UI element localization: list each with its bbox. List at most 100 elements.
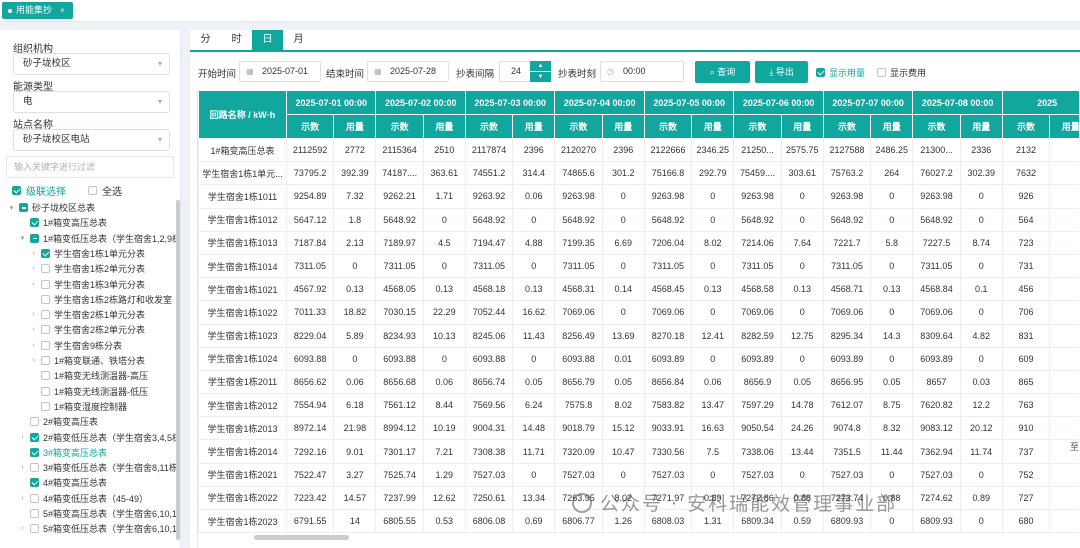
tree-node[interactable]: ▾ 砂子垅校区总表 <box>8 200 95 215</box>
tab-0[interactable]: 分 <box>190 30 221 50</box>
caret-right-icon[interactable]: › <box>30 250 37 257</box>
caret-right-icon[interactable]: › <box>30 357 37 364</box>
read-time-input[interactable]: ◷ 00:00 <box>600 61 684 82</box>
show-cost-checkbox[interactable]: 显示费用 <box>877 66 926 79</box>
checkbox-indeterminate-icon[interactable] <box>30 233 39 243</box>
interval-stepper[interactable]: ▲ ▼ <box>530 61 551 83</box>
tree-node[interactable]: › 5#箱变低压总表（学生宿舍6,10,12) <box>19 521 180 536</box>
table-row[interactable]: 学生宿舍1栋2021 7522.47 3.27 7525.74 1.29 7527.03 0… <box>198 462 1079 487</box>
caret-right-icon[interactable]: › <box>30 311 37 318</box>
date-column-header[interactable]: 2025-07-07 00:00 <box>822 90 914 115</box>
tree-node[interactable]: 1#箱变高压总表 <box>19 215 107 230</box>
tree-node[interactable]: › 1#箱变联通、铁塔分表 <box>30 353 145 368</box>
checkbox-icon[interactable] <box>41 401 50 411</box>
tree-node[interactable]: 1#箱变无线测温器-高压 <box>30 368 148 383</box>
site-select[interactable]: 砂子垅校区电站 ▾ <box>13 129 170 151</box>
tree-node[interactable]: 学生宿舍1栋2栋路灯和收发室 <box>30 292 172 307</box>
date-column-header[interactable]: 2025 <box>1001 90 1079 115</box>
tree-node[interactable]: 1#箱变无线测温器-低压 <box>30 384 148 399</box>
checkbox-icon[interactable] <box>41 264 50 274</box>
energy-type-select[interactable]: 电 ▾ <box>13 91 170 113</box>
checkbox-checked-icon[interactable] <box>30 432 39 442</box>
tree-node[interactable]: › 学生宿舍9栋分表 <box>30 338 122 353</box>
table-row[interactable]: 1#箱变高压总表 2112592 2772 2115364 2510 2117874 239… <box>198 137 1079 163</box>
checkbox-checked-icon[interactable] <box>30 478 39 488</box>
tree-node[interactable]: 4#箱变高压总表 <box>19 475 107 490</box>
step-up-icon[interactable]: ▲ <box>530 61 551 72</box>
caret-down-icon[interactable]: ▾ <box>8 204 15 212</box>
cascade-checkbox[interactable]: 级联选择 <box>12 183 66 198</box>
tab-1[interactable]: 时 <box>221 30 252 50</box>
tree-node[interactable]: ▾ 1#箱变低压总表（学生宿舍1,2,9栋） <box>19 231 180 246</box>
date-column-header[interactable]: 2025-07-02 00:00 <box>375 90 466 115</box>
table-row[interactable]: 学生宿舍1栋1014 7311.05 0 7311.05 0 7311.05 0 7311.0… <box>198 253 1079 279</box>
caret-down-icon[interactable]: ▾ <box>19 234 26 242</box>
caret-right-icon[interactable]: › <box>30 342 37 349</box>
select-all-checkbox[interactable]: 全选 <box>88 183 122 198</box>
table-row[interactable]: 学生宿舍1栋1013 7187.84 2.13 7189.97 4.5 7194.47 4.… <box>198 230 1079 255</box>
close-icon[interactable]: × <box>60 2 65 19</box>
caret-right-icon[interactable]: › <box>19 495 26 502</box>
table-row[interactable]: 学生宿舍1栋1021 4567.92 0.13 4568.05 0.13 4568.18 0… <box>198 277 1079 302</box>
checkbox-indeterminate-icon[interactable] <box>19 203 28 212</box>
tab-3[interactable]: 月 <box>283 30 314 50</box>
tab-2[interactable]: 日 <box>252 30 283 50</box>
end-date-input[interactable]: ▦ 2025-07-28 <box>367 61 449 82</box>
date-column-header[interactable]: 2025-07-08 00:00 <box>912 90 1003 115</box>
checkbox-icon[interactable] <box>30 524 39 534</box>
date-column-header[interactable]: 2025-07-05 00:00 <box>643 90 735 115</box>
table-row[interactable]: 学生宿舍1栋2014 7292.16 9.01 7301.17 7.21 7308.38 1… <box>198 439 1079 464</box>
date-column-header[interactable]: 2025-07-01 00:00 <box>285 90 377 115</box>
step-down-icon[interactable]: ▼ <box>530 72 551 83</box>
checkbox-icon[interactable] <box>30 417 39 427</box>
reading-table-container[interactable]: 回路名称 / kW·h 2025-07-01 00:00 2025-07-02 00… <box>197 90 1079 548</box>
caret-right-icon[interactable]: › <box>30 265 37 272</box>
org-select[interactable]: 砂子垅校区 ▾ <box>13 53 170 75</box>
table-row[interactable]: 学生宿舍1栋2012 7554.94 6.18 7561.12 8.44 7569.56 6… <box>198 393 1079 418</box>
tree-node[interactable]: › 学生宿舍2栋2单元分表 <box>30 322 145 337</box>
date-column-header[interactable]: 2025-07-06 00:00 <box>733 90 824 115</box>
table-row[interactable]: 学生宿舍1栋2013 8972.14 21.98 8994.12 10.19 9004.3… <box>198 416 1079 441</box>
checkbox-icon[interactable] <box>41 356 50 365</box>
table-row[interactable]: 学生宿舍1栋1单元... 73795.2 392.39 74187.... 363.61… <box>198 161 1079 186</box>
checkbox-icon[interactable] <box>41 310 50 320</box>
checkbox-icon[interactable] <box>30 493 39 503</box>
tree-node[interactable]: › 4#箱变低压总表（45-49） <box>19 491 148 506</box>
table-row[interactable]: 学生宿舍1栋1022 7011.33 18.82 7030.15 22.29 7052.4… <box>198 300 1079 325</box>
date-column-header[interactable]: 2025-07-03 00:00 <box>464 90 556 115</box>
checkbox-icon[interactable] <box>41 371 50 381</box>
tree-scrollbar[interactable] <box>176 200 180 540</box>
caret-right-icon[interactable]: › <box>19 525 26 532</box>
tree-node[interactable]: › 学生宿舍1栋2单元分表 <box>30 261 145 276</box>
page-tab-energy-reading[interactable]: 用能集抄 × <box>2 2 73 19</box>
tree-node[interactable]: 5#箱变高压总表（学生宿舍6,10,12) <box>19 506 180 521</box>
checkbox-checked-icon[interactable] <box>30 218 39 228</box>
tree-node[interactable]: › 2#箱变低压总表（学生宿舍3,4,5栋） <box>19 430 180 445</box>
table-row[interactable]: 学生宿舍1栋1024 6093.88 0 6093.88 0 6093.88 0 6093.8… <box>198 346 1079 371</box>
tree-node[interactable]: › 3#箱变低压总表（学生宿舍8,11栋， <box>19 460 180 475</box>
date-column-header[interactable]: 2025-07-04 00:00 <box>554 90 645 115</box>
checkbox-icon[interactable] <box>41 294 50 304</box>
checkbox-icon[interactable] <box>41 340 50 350</box>
tree-node[interactable]: › 学生宿舍1栋1单元分表 <box>30 246 145 261</box>
checkbox-checked-icon[interactable] <box>41 248 50 258</box>
table-horizontal-scrollbar[interactable] <box>254 535 349 540</box>
tree-filter-input[interactable]: 输入关键字进行过滤 <box>6 156 174 178</box>
table-row[interactable]: 学生宿舍1栋1012 5647.12 1.8 5648.92 0 5648.92 0 5648… <box>198 207 1079 232</box>
checkbox-icon[interactable] <box>30 509 39 518</box>
tree-node[interactable]: 1#箱变湿度控制器 <box>30 399 127 414</box>
tree-node[interactable]: › 学生宿舍1栋3单元分表 <box>30 277 145 292</box>
caret-right-icon[interactable]: › <box>19 434 26 441</box>
table-row[interactable]: 学生宿舍1栋2011 8656.62 0.06 8656.68 0.06 8656.74 0… <box>198 369 1079 395</box>
tree-node[interactable]: 2#箱变高压表 <box>19 414 98 429</box>
caret-right-icon[interactable]: › <box>30 281 37 288</box>
checkbox-icon[interactable] <box>41 386 50 396</box>
tree-node[interactable]: › 学生宿舍2栋1单元分表 <box>30 307 145 322</box>
checkbox-icon[interactable] <box>41 325 50 335</box>
caret-right-icon[interactable]: › <box>19 464 26 471</box>
tree-node[interactable]: 3#箱变高压总表 <box>19 445 107 460</box>
table-row[interactable]: 学生宿舍1栋1011 9254.89 7.32 9262.21 1.71 9263.92 0… <box>198 184 1079 209</box>
export-button[interactable]: ⤓ 导出 <box>755 61 808 83</box>
checkbox-icon[interactable] <box>41 279 50 289</box>
caret-right-icon[interactable]: › <box>30 326 37 333</box>
